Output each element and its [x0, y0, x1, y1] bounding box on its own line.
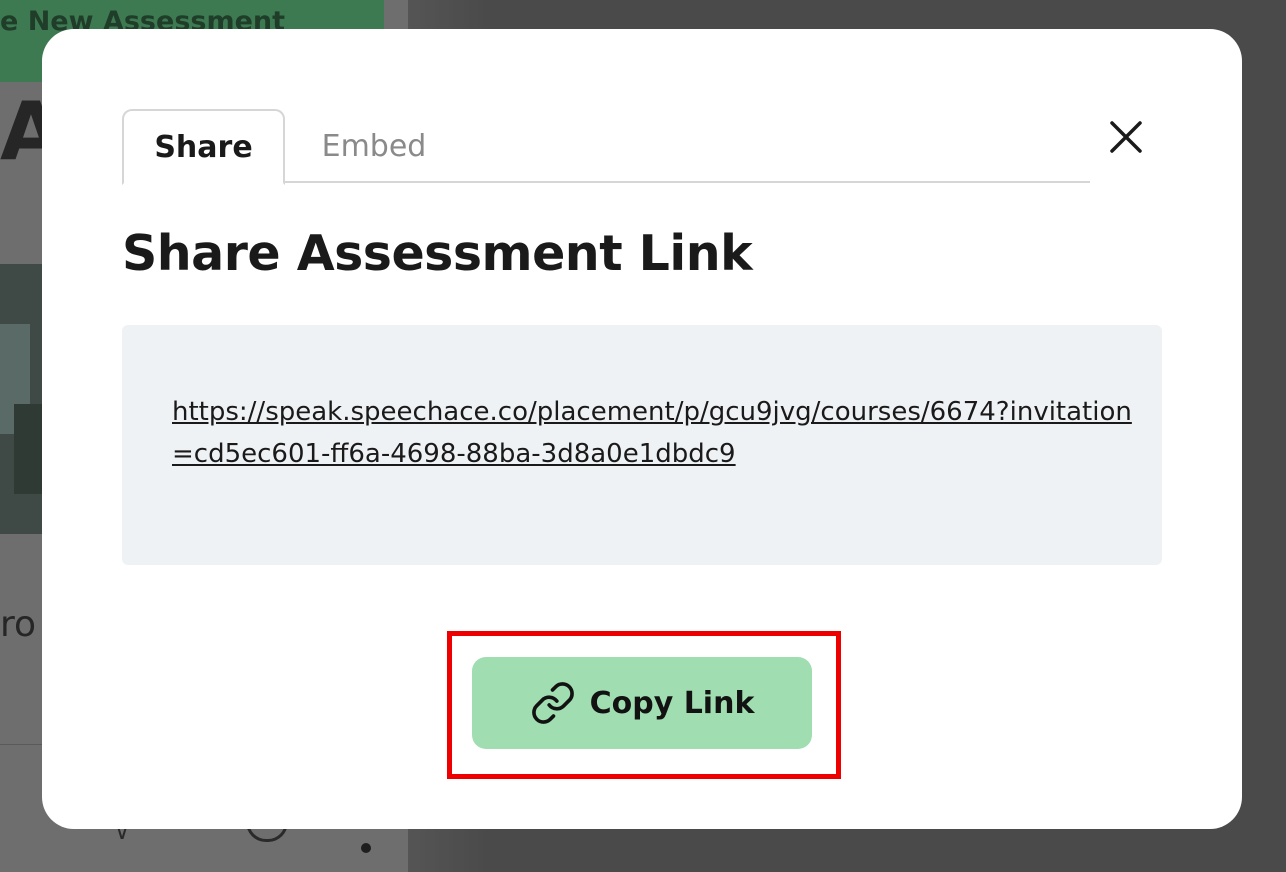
link-box: https://speak.speechace.co/placement/p/g… [122, 325, 1162, 565]
tab-embed[interactable]: Embed [300, 109, 448, 183]
link-icon [530, 680, 576, 726]
close-icon[interactable] [1106, 117, 1146, 157]
share-link[interactable]: https://speak.speechace.co/placement/p/g… [172, 391, 1132, 475]
background-photo [0, 264, 42, 534]
background-text: ro [0, 604, 37, 645]
tab-share[interactable]: Share [122, 109, 285, 185]
dot-icon [361, 843, 371, 853]
modal-title: Share Assessment Link [122, 225, 753, 282]
tab-bar: Share Embed [122, 109, 1090, 185]
copy-link-button[interactable]: Copy Link [472, 657, 812, 749]
share-modal: Share Embed Share Assessment Link https:… [42, 29, 1242, 829]
copy-link-label: Copy Link [589, 685, 755, 721]
